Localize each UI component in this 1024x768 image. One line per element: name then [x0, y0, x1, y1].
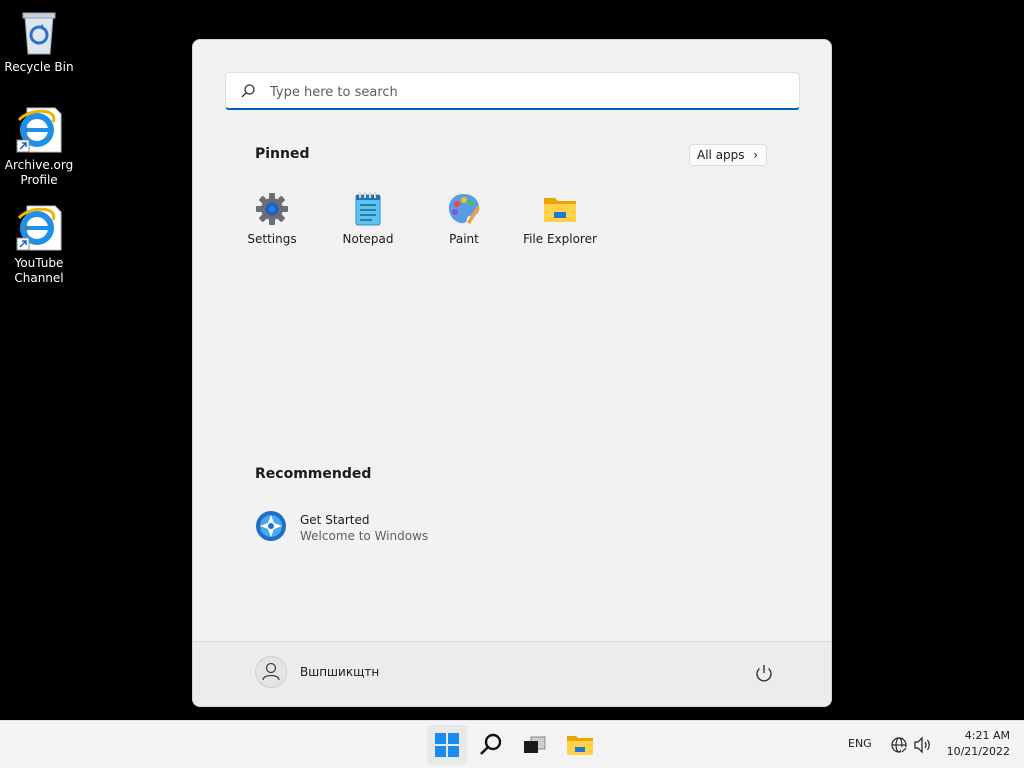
pinned-app-settings[interactable]: Settings: [224, 188, 320, 252]
windows-start-icon: [435, 733, 459, 757]
power-button[interactable]: [753, 662, 775, 684]
internet-explorer-icon: [15, 106, 63, 154]
notepad-icon: [351, 192, 385, 226]
pinned-heading: Pinned: [255, 146, 310, 162]
pinned-app-paint[interactable]: Paint: [416, 188, 512, 252]
desktop-icon-recycle-bin[interactable]: Recycle Bin: [0, 8, 78, 75]
pinned-app-label: Settings: [247, 232, 297, 246]
chevron-right-icon: ›: [753, 148, 758, 162]
pinned-app-label: File Explorer: [523, 232, 597, 246]
paint-palette-icon: [447, 192, 481, 226]
file-explorer-icon: [567, 736, 593, 755]
all-apps-label: All apps: [697, 148, 745, 162]
network-icon[interactable]: [890, 736, 908, 754]
pinned-app-label: Paint: [449, 232, 479, 246]
start-button[interactable]: [427, 725, 467, 765]
power-icon: [753, 665, 775, 688]
search-icon: [480, 733, 502, 755]
desktop-icon-label: Recycle Bin: [4, 60, 74, 74]
folder-icon: [543, 192, 577, 226]
user-account-button[interactable]: Вшпшикщтн: [255, 656, 455, 690]
start-menu-footer: Вшпшикщтн: [193, 641, 831, 706]
taskbar-search-button[interactable]: [471, 725, 511, 765]
pinned-app-file-explorer[interactable]: File Explorer: [512, 188, 608, 252]
desktop-icon-youtube-channel[interactable]: YouTube Channel: [0, 204, 78, 286]
avatar: [255, 656, 287, 688]
desktop-icon-label: YouTube Channel: [14, 256, 64, 285]
recommended-item-title: Get Started: [300, 513, 370, 527]
recommended-item-get-started[interactable]: Get Started Welcome to Windows: [253, 508, 473, 548]
clock-date: 10/21/2022: [946, 745, 1010, 758]
language-indicator[interactable]: ENG: [848, 737, 872, 750]
recommended-item-subtitle: Welcome to Windows: [300, 529, 429, 543]
all-apps-button[interactable]: All apps ›: [689, 144, 767, 166]
volume-icon[interactable]: [913, 736, 933, 754]
recommended-heading: Recommended: [255, 466, 372, 482]
desktop-icon-archive-profile[interactable]: Archive.org Profile: [0, 106, 78, 188]
clock-time: 4:21 AM: [964, 729, 1010, 742]
taskbar-file-explorer-button[interactable]: [559, 725, 599, 765]
user-name: Вшпшикщтн: [300, 665, 380, 679]
search-box[interactable]: [225, 72, 800, 110]
taskbar: ENG 4:21 AM 10/21/2022: [0, 720, 1024, 768]
internet-explorer-icon: [15, 204, 63, 252]
get-started-icon: [255, 510, 287, 542]
pinned-app-label: Notepad: [342, 232, 394, 246]
clock[interactable]: 4:21 AM 10/21/2022: [940, 728, 1010, 760]
pinned-app-notepad[interactable]: Notepad: [320, 188, 416, 252]
task-view-button[interactable]: [515, 725, 555, 765]
recycle-bin-icon: [15, 8, 63, 56]
search-icon: [240, 83, 256, 99]
start-menu: Pinned All apps › Set: [192, 39, 832, 707]
settings-gear-icon: [255, 192, 289, 226]
desktop-icon-label: Archive.org Profile: [4, 158, 74, 187]
search-input[interactable]: [268, 79, 772, 105]
task-view-icon: [524, 736, 546, 753]
